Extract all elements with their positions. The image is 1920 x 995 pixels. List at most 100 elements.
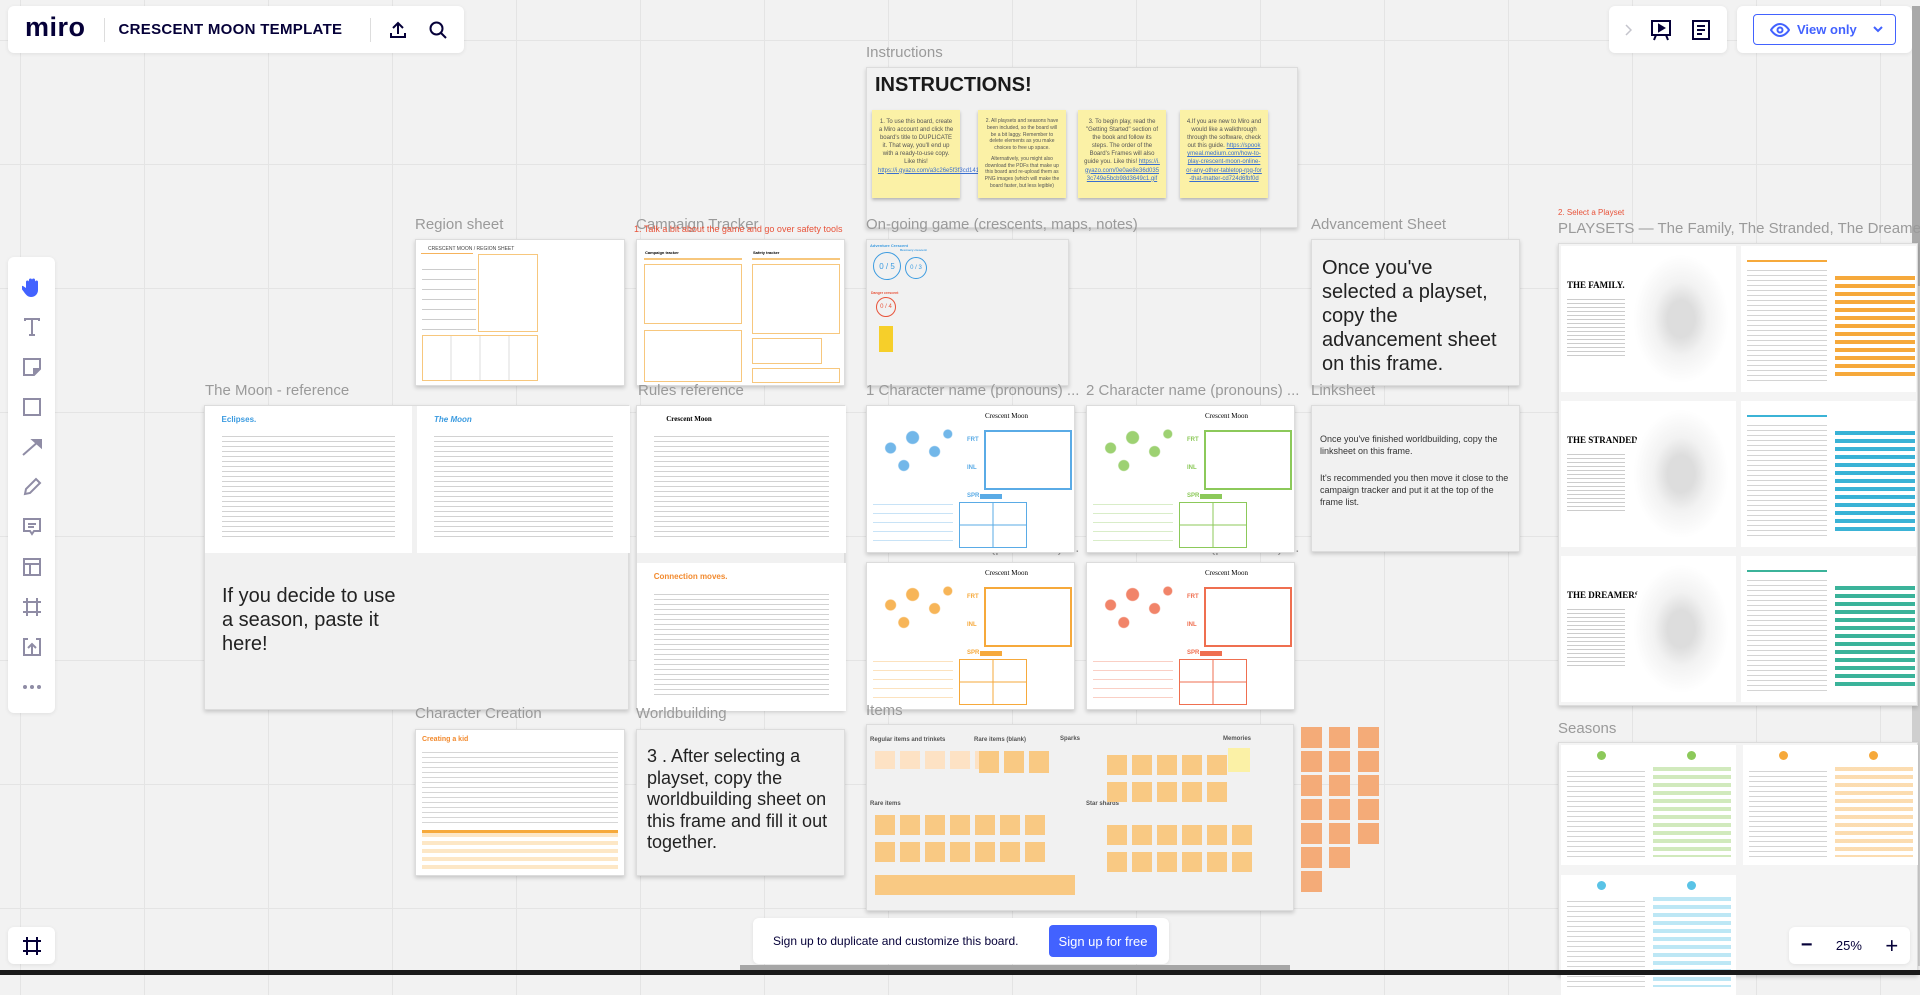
item-sticky[interactable] xyxy=(1207,852,1227,872)
item-sticky[interactable] xyxy=(1107,782,1127,802)
character-sheet-frame[interactable]: Crescent Moon FRTINLSPR POCKET xyxy=(1086,405,1295,553)
memory-sticky[interactable] xyxy=(1228,748,1250,772)
instructions-frame[interactable]: INSTRUCTIONS! 1. To use this board, crea… xyxy=(866,67,1298,228)
item-sticky[interactable] xyxy=(1207,755,1227,775)
item-sticky[interactable] xyxy=(1029,751,1049,773)
item-sticky[interactable] xyxy=(1182,852,1202,872)
zoom-in-button[interactable]: + xyxy=(1885,933,1898,959)
item-sticky[interactable] xyxy=(1107,825,1127,845)
danger-crescent[interactable]: 0 / 4 xyxy=(876,297,896,317)
item-sticky[interactable] xyxy=(975,815,995,835)
frame-label-playsets[interactable]: PLAYSETS — The Family, The Stranded, The… xyxy=(1558,220,1920,237)
zoom-out-button[interactable]: − xyxy=(1801,934,1813,957)
item-sticky[interactable] xyxy=(900,842,920,862)
hand-icon[interactable] xyxy=(8,267,55,307)
signup-button[interactable]: Sign up for free xyxy=(1049,925,1157,957)
item-sticky[interactable] xyxy=(1358,799,1379,820)
frame-label-instructions[interactable]: Instructions xyxy=(866,44,943,61)
item-sticky[interactable] xyxy=(1025,815,1045,835)
item-sticky[interactable] xyxy=(1301,751,1322,772)
frame-label-rules-reference[interactable]: Rules reference xyxy=(638,382,744,399)
text-icon[interactable] xyxy=(8,307,55,347)
item-sticky[interactable] xyxy=(950,842,970,862)
item-sticky[interactable] xyxy=(1329,727,1350,748)
item-sticky[interactable] xyxy=(1132,852,1152,872)
item-sticky[interactable] xyxy=(1329,823,1350,844)
presentation-icon[interactable] xyxy=(1649,18,1673,42)
item-sticky[interactable] xyxy=(1107,755,1127,775)
item-sticky[interactable] xyxy=(925,751,945,769)
advancement-frame[interactable]: Once you've selected a playset, copy the… xyxy=(1311,239,1520,386)
item-sticky[interactable] xyxy=(1004,751,1024,773)
item-sticky[interactable] xyxy=(1207,782,1227,802)
recovery-crescent[interactable]: 0 / 3 xyxy=(905,257,927,279)
worldbuilding-frame[interactable]: 3 . After selecting a playset, copy the … xyxy=(636,729,845,876)
sticky-note[interactable] xyxy=(879,326,893,352)
adventure-crescent[interactable]: 0 / 5 xyxy=(873,252,901,280)
frame-label-moon-reference[interactable]: The Moon - reference xyxy=(205,382,349,399)
item-sticky[interactable] xyxy=(1157,825,1177,845)
frame-label-region-sheet[interactable]: Region sheet xyxy=(415,216,503,233)
item-sticky[interactable] xyxy=(875,842,895,862)
item-sticky[interactable] xyxy=(1329,799,1350,820)
search-icon[interactable] xyxy=(426,18,450,42)
item-sticky[interactable] xyxy=(1157,782,1177,802)
sticky-note-icon[interactable] xyxy=(8,347,55,387)
item-sticky[interactable] xyxy=(1358,751,1379,772)
arrow-icon[interactable] xyxy=(8,427,55,467)
more-icon[interactable] xyxy=(8,667,55,707)
rules-reference-frame[interactable]: Crescent Moon Connection moves. xyxy=(636,405,846,711)
playsets-frame[interactable]: THE FAMILY. THE STRANDED. THE DREAMERS. xyxy=(1558,243,1918,706)
sticky-note[interactable]: 4.If you are new to Miro and would like … xyxy=(1180,110,1268,198)
zoom-level[interactable]: 25% xyxy=(1836,938,1862,953)
frames-list-button[interactable] xyxy=(8,927,55,964)
character-sheet-frame[interactable]: Crescent Moon FRTINLSPR POCKET xyxy=(866,562,1075,710)
item-sticky[interactable] xyxy=(1207,825,1227,845)
item-sticky[interactable] xyxy=(1358,727,1379,748)
item-sticky[interactable] xyxy=(1025,842,1045,862)
character-sheet-frame[interactable]: Crescent Moon FRTINLSPR POCKET xyxy=(866,405,1075,553)
frame-label-ongoing-game[interactable]: On-going game (crescents, maps, notes) xyxy=(866,216,1138,233)
sticky-note[interactable]: 2. All playsets and seasons have been in… xyxy=(978,110,1066,198)
document-icon[interactable] xyxy=(1689,18,1713,42)
item-sticky[interactable] xyxy=(1132,782,1152,802)
view-only-dropdown[interactable]: View only xyxy=(1753,14,1896,45)
frame-label-linksheet[interactable]: Linksheet xyxy=(1311,382,1375,399)
item-sticky[interactable] xyxy=(1107,852,1127,872)
miro-logo[interactable]: miro xyxy=(25,12,86,43)
ongoing-game-frame[interactable]: Adventure Crescent 0 / 5 Recovery cresce… xyxy=(866,239,1069,386)
item-sticky[interactable] xyxy=(1301,823,1322,844)
item-sticky[interactable] xyxy=(1329,847,1350,868)
item-sticky[interactable] xyxy=(900,815,920,835)
frame-label-character-2[interactable]: 2 Character name (pronouns) ... xyxy=(1086,382,1299,399)
moon-reference-frame[interactable]: Eclipses. The Moon If you decide to use … xyxy=(204,405,630,710)
comment-icon[interactable] xyxy=(8,507,55,547)
pen-icon[interactable] xyxy=(8,467,55,507)
item-sticky[interactable] xyxy=(1132,755,1152,775)
template-icon[interactable] xyxy=(8,547,55,587)
item-sticky[interactable] xyxy=(1132,825,1152,845)
item-sticky[interactable] xyxy=(1000,815,1020,835)
frame-label-seasons[interactable]: Seasons xyxy=(1558,720,1616,737)
item-sticky[interactable] xyxy=(950,815,970,835)
item-sticky[interactable] xyxy=(1301,871,1322,892)
item-sticky[interactable] xyxy=(1157,755,1177,775)
item-sticky[interactable] xyxy=(1182,825,1202,845)
item-sticky[interactable] xyxy=(1358,775,1379,796)
frame-label-worldbuilding[interactable]: Worldbuilding xyxy=(636,705,727,722)
item-sticky[interactable] xyxy=(1182,782,1202,802)
chevron-right-icon[interactable] xyxy=(1621,20,1635,40)
upload-icon[interactable] xyxy=(8,627,55,667)
linksheet-frame[interactable]: Once you've finished worldbuilding, copy… xyxy=(1311,405,1520,552)
upload-icon[interactable] xyxy=(386,18,410,42)
item-sticky[interactable] xyxy=(1232,825,1252,845)
item-sticky[interactable] xyxy=(875,751,895,769)
board-title[interactable]: CRESCENT MOON TEMPLATE xyxy=(119,21,343,38)
item-sticky[interactable] xyxy=(925,815,945,835)
item-sticky[interactable] xyxy=(1157,852,1177,872)
frame-label-character-1[interactable]: 1 Character name (pronouns) ... xyxy=(866,382,1079,399)
item-sticky[interactable] xyxy=(875,815,895,835)
item-sticky[interactable] xyxy=(1301,799,1322,820)
item-sticky[interactable] xyxy=(950,751,970,769)
region-sheet-frame[interactable]: CRESCENT MOON / REGION SHEET xyxy=(415,239,625,386)
